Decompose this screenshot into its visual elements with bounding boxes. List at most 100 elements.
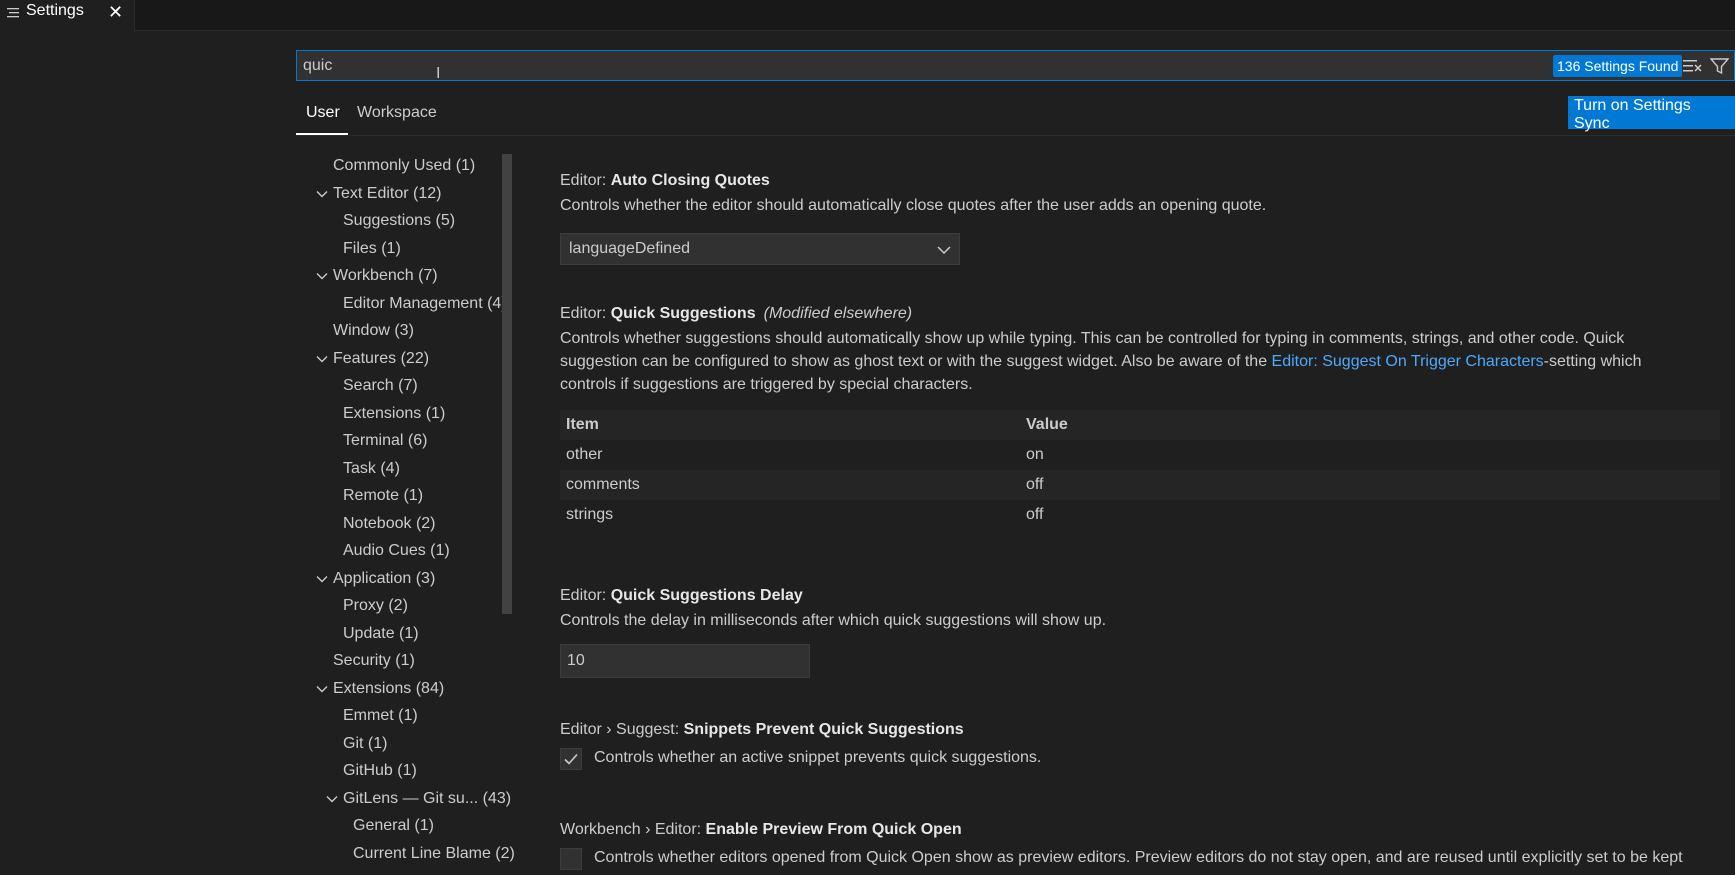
toc-item-label: Update (1)	[343, 624, 419, 642]
toc-item-label: Terminal (6)	[343, 432, 428, 449]
chevron-down-icon[interactable]	[326, 793, 338, 805]
toc-item[interactable]: Git (1)	[296, 732, 512, 758]
toc-item[interactable]: Commonly Used (1)	[296, 154, 512, 180]
chevron-down-icon[interactable]	[316, 188, 328, 200]
toc-item-label: Files (1)	[343, 239, 401, 257]
toc-item[interactable]: Suggestions (5)	[296, 209, 512, 235]
toc-item[interactable]: Editor Management (4)	[296, 292, 512, 318]
setting-name: Quick Suggestions Delay	[610, 587, 803, 604]
quick-suggestions-delay-input[interactable]	[560, 644, 810, 678]
toc-item[interactable]: Update (1)	[296, 622, 512, 648]
enable-preview-checkbox[interactable]	[560, 848, 582, 870]
setting-auto-closing-quotes: Editor: Auto Closing Quotes Controls whe…	[560, 172, 1720, 265]
search-input[interactable]	[303, 54, 1403, 77]
toc-item[interactable]: Task (4)	[296, 457, 512, 483]
toc-item-label: Current Line Blame (2)	[353, 844, 515, 862]
chevron-down-icon[interactable]	[316, 683, 328, 695]
tab-workspace[interactable]: Workspace	[357, 104, 437, 122]
toc-item[interactable]: Emmet (1)	[296, 704, 512, 730]
toc-item-label: General (1)	[353, 817, 434, 834]
tab-user[interactable]: User	[306, 104, 340, 122]
setting-category: Editor:	[560, 172, 611, 189]
table-row[interactable]: strings off	[560, 500, 1720, 530]
row-value: off	[1026, 506, 1044, 523]
toc-item[interactable]: GitLens — Git su... (43)	[296, 787, 512, 813]
snippets-prevent-checkbox[interactable]	[560, 748, 582, 770]
chevron-down-icon[interactable]	[316, 270, 328, 282]
close-icon[interactable]: ✕	[108, 2, 123, 23]
toc-item[interactable]: Security (1)	[296, 649, 512, 675]
suggest-on-trigger-characters-link[interactable]: Editor: Suggest On Trigger Characters	[1272, 353, 1544, 370]
toc-scrollbar[interactable]	[502, 154, 512, 614]
setting-description: Controls whether the editor should autom…	[560, 197, 1267, 214]
chevron-down-icon[interactable]	[316, 353, 328, 365]
toc-item-label: Window (3)	[333, 322, 414, 339]
toc-item-label: Emmet (1)	[343, 707, 418, 724]
modified-elsewhere-indicator[interactable]: (Modified elsewhere)	[764, 305, 913, 322]
row-item: comments	[566, 476, 640, 493]
toc-item-label: Notebook (2)	[343, 514, 436, 532]
row-item: other	[566, 446, 603, 463]
checkbox-label: Controls whether editors opened from Qui…	[594, 849, 1683, 866]
header-divider	[296, 135, 1735, 136]
table-header: Item Value	[560, 410, 1720, 440]
setting-name: Snippets Prevent Quick Suggestions	[683, 721, 964, 738]
row-value: off	[1026, 476, 1044, 493]
row-item: strings	[566, 506, 614, 523]
table-row[interactable]: comments off	[560, 470, 1720, 500]
toc-item[interactable]: Window (3)	[296, 319, 512, 345]
toc-item[interactable]: Application (3)	[296, 567, 512, 593]
settings-toc: Commonly Used (1) Text Editor (12) Suggest…	[296, 154, 515, 875]
filter-icon[interactable]	[1710, 57, 1729, 75]
toc-item-label: Search (7)	[343, 377, 418, 394]
toc-item[interactable]: Terminal (6)	[296, 429, 512, 455]
toc-item[interactable]: Search (7)	[296, 374, 512, 400]
toc-item[interactable]: Proxy (2)	[296, 594, 512, 620]
toc-item-label: GitHub (1)	[343, 762, 417, 779]
checkbox-label: Controls whether an active snippet preve…	[594, 749, 1042, 766]
toc-item[interactable]: Features (22)	[296, 347, 512, 373]
toc-item-label: Task (4)	[343, 459, 400, 477]
toc-item-label: Security (1)	[333, 652, 415, 669]
setting-quick-suggestions: Editor: Quick Suggestions (Modified elsew…	[560, 305, 1720, 396]
toc-item[interactable]: General (1)	[296, 814, 512, 840]
setting-category: Workbench › Editor:	[560, 821, 706, 838]
toc-item[interactable]: Notebook (2)	[296, 512, 512, 538]
column-header-value: Value	[1026, 416, 1068, 433]
setting-title: Editor: Auto Closing Quotes	[560, 172, 1720, 190]
setting-title: Editor: Quick Suggestions Delay	[560, 587, 1720, 605]
setting-category: Editor:	[560, 587, 611, 604]
toc-item-label: GitLens — Git su... (43)	[343, 789, 512, 807]
auto-closing-quotes-select[interactable]: languageDefined	[560, 233, 960, 265]
toc-item-label: Proxy (2)	[343, 597, 408, 614]
toc-item[interactable]: Extensions (1)	[296, 402, 512, 428]
clear-filter-icon[interactable]	[1683, 57, 1702, 74]
settings-search-box[interactable]	[296, 50, 1735, 81]
setting-snippets-prevent-quick-suggestions: Editor › Suggest: Snippets Prevent Quick…	[560, 721, 1720, 770]
turn-on-settings-sync-button[interactable]: Turn on Settings Sync	[1568, 96, 1735, 132]
setting-description: Controls whether suggestions should auto…	[560, 327, 1680, 396]
toc-item-label: Text Editor (12)	[333, 184, 442, 202]
chevron-down-icon[interactable]	[316, 573, 328, 585]
toc-item[interactable]: Text Editor (12)	[296, 182, 512, 208]
toc-item[interactable]: Extensions (84)	[296, 677, 512, 703]
toc-item-label: Git (1)	[343, 734, 388, 752]
setting-quick-suggestions-delay: Editor: Quick Suggestions Delay Controls…	[560, 587, 1720, 632]
toc-item[interactable]: Workbench (7)	[296, 264, 512, 290]
toc-item[interactable]: Files (1)	[296, 237, 512, 263]
setting-name: Quick Suggestions	[610, 305, 756, 322]
column-header-item: Item	[566, 416, 599, 433]
setting-name: Enable Preview From Quick Open	[705, 821, 962, 838]
table-row[interactable]: other on	[560, 440, 1720, 470]
setting-name: Auto Closing Quotes	[610, 172, 770, 189]
toc-item[interactable]: GitHub (1)	[296, 759, 512, 785]
toc-item[interactable]: Remote (1)	[296, 484, 512, 510]
toc-item-label: Features (22)	[333, 349, 430, 367]
setting-description: Controls the delay in milliseconds after…	[560, 612, 1107, 629]
toc-item[interactable]: Current Line Blame (2)	[296, 842, 515, 868]
toc-item-label: Remote (1)	[343, 487, 424, 504]
setting-title: Editor: Quick Suggestions (Modified elsew…	[560, 305, 1720, 323]
toc-item[interactable]: Audio Cues (1)	[296, 539, 512, 565]
row-value: on	[1026, 446, 1044, 463]
tab-settings[interactable]: Settings ✕	[0, 0, 135, 32]
